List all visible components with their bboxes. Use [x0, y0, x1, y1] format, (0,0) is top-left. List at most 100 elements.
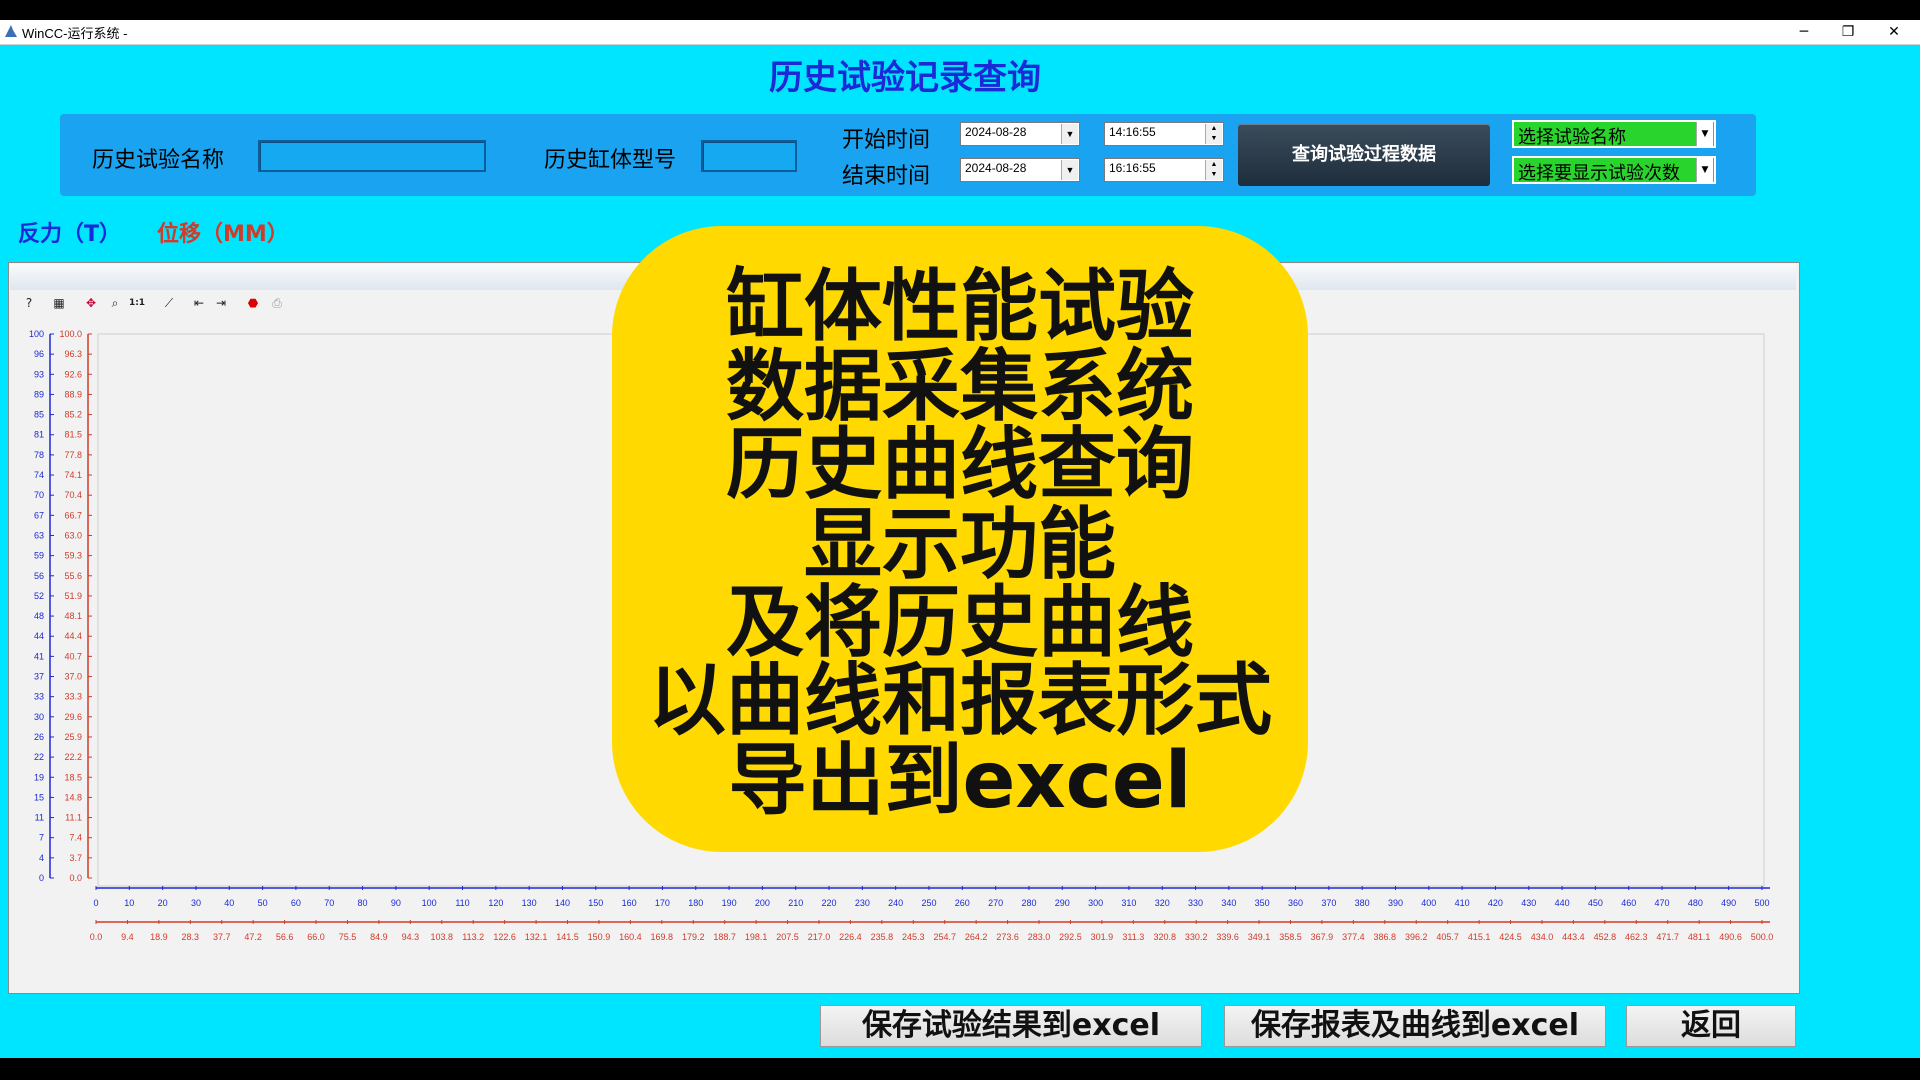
- x-bottom-tick-label: 198.1: [745, 932, 768, 942]
- x-bottom-tick-label: 273.6: [996, 932, 1019, 942]
- x-top-tick-label: 230: [855, 898, 870, 908]
- x-top-tick-label: 440: [1555, 898, 1570, 908]
- force-tick-label: 67: [34, 510, 44, 520]
- x-top-tick-label: 400: [1421, 898, 1436, 908]
- x-bottom-tick-label: 217.0: [808, 932, 831, 942]
- x-bottom-tick-label: 141.5: [556, 932, 579, 942]
- spin-arrows-icon[interactable]: ▲ ▼: [1205, 160, 1222, 180]
- query-process-data-button[interactable]: 查询试验过程数据: [1238, 124, 1490, 186]
- zoom-icon[interactable]: ⌕: [106, 294, 124, 312]
- save-result-excel-button[interactable]: 保存试验结果到excel: [820, 1005, 1202, 1047]
- start-date-picker[interactable]: 2024-08-28 ▼: [960, 122, 1080, 146]
- x-bottom-tick-label: 75.5: [339, 932, 357, 942]
- x-bottom-tick-label: 235.8: [871, 932, 894, 942]
- displacement-tick-label: 11.1: [65, 813, 82, 823]
- x-top-tick-label: 420: [1488, 898, 1503, 908]
- select-test-name-combo[interactable]: 选择试验名称 ▼: [1512, 120, 1716, 148]
- chevron-down-icon[interactable]: ▼: [1696, 158, 1713, 182]
- force-tick-label: 0: [39, 873, 44, 883]
- print-icon[interactable]: ⎙: [268, 294, 286, 312]
- displacement-tick-label: 59.3: [64, 551, 82, 561]
- x-axis-bottom: 0.0 9.4 18.9 28.3 37.7 47.2 56.6 66.0 75.5 84.9 94…: [90, 920, 1773, 942]
- force-tick-label: 100: [29, 329, 44, 339]
- x-bottom-tick-label: 188.7: [713, 932, 736, 942]
- test-name-label: 历史试验名称: [92, 148, 225, 173]
- close-button[interactable]: ✕: [1872, 20, 1916, 44]
- force-tick-label: 56: [34, 571, 44, 581]
- start-time-value: 14:16:55: [1109, 125, 1156, 139]
- select-test-name-text: 选择试验名称: [1518, 127, 1626, 148]
- end-date-picker[interactable]: 2024-08-28 ▼: [960, 158, 1080, 182]
- back-button[interactable]: 返回: [1626, 1005, 1796, 1047]
- start-time-label: 开始时间: [842, 128, 931, 153]
- save-report-excel-button[interactable]: 保存报表及曲线到excel: [1224, 1005, 1606, 1047]
- test-name-field[interactable]: [258, 140, 486, 172]
- x-top-tick-label: 270: [988, 898, 1003, 908]
- force-tick-label: 37: [34, 672, 44, 682]
- ratio-icon[interactable]: 1:1: [128, 294, 146, 312]
- displacement-tick-label: 48.1: [64, 611, 82, 621]
- x-bottom-tick-label: 339.6: [1216, 932, 1239, 942]
- force-tick-label: 26: [34, 732, 44, 742]
- force-tick-label: 19: [34, 772, 44, 782]
- x-top-tick-label: 280: [1021, 898, 1036, 908]
- wincc-app-icon: [5, 25, 17, 37]
- x-top-tick-label: 170: [655, 898, 670, 908]
- displacement-tick-label: 51.9: [64, 591, 82, 601]
- displacement-tick-label: 74.1: [64, 470, 82, 480]
- overlay-line-4: 显示功能: [803, 500, 1116, 590]
- x-top-tick-label: 430: [1521, 898, 1536, 908]
- x-top-tick-label: 110: [455, 898, 469, 908]
- x-top-tick-label: 300: [1088, 898, 1103, 908]
- x-top-tick-label: 410: [1455, 898, 1470, 908]
- x-top-tick-label: 330: [1188, 898, 1203, 908]
- curve-icon[interactable]: ⟋: [160, 294, 178, 312]
- overlay-line-6: 以曲线和报表形式: [647, 656, 1272, 746]
- chevron-down-icon[interactable]: ▼: [1696, 122, 1713, 146]
- minimize-button[interactable]: ─: [1782, 20, 1826, 44]
- x-top-tick-label: 340: [1221, 898, 1236, 908]
- x-top-tick-label: 50: [258, 898, 268, 908]
- displacement-tick-label: 63.0: [64, 530, 82, 540]
- force-tick-label: 11: [35, 813, 44, 823]
- force-axis: 1009693898581787470676359565248444137333…: [29, 329, 54, 883]
- last-icon[interactable]: ⇥: [212, 294, 230, 312]
- x-bottom-tick-label: 415.1: [1468, 932, 1491, 942]
- displacement-axis: 100.0 96.3 92.6 88.9 85.2 81.5 77.8 74.1 70.4 66.…: [59, 329, 92, 883]
- displacement-tick-label: 55.6: [64, 571, 82, 581]
- x-bottom-tick-label: 452.8: [1594, 932, 1617, 942]
- force-tick-label: 44: [34, 631, 44, 641]
- stop-icon[interactable]: ⬣: [244, 294, 262, 312]
- move-icon[interactable]: ✥: [82, 294, 100, 312]
- x-top-tick-label: 0: [93, 898, 98, 908]
- cylinder-model-field[interactable]: [701, 140, 797, 172]
- x-top-tick-label: 360: [1288, 898, 1303, 908]
- start-time-spinner[interactable]: 14:16:55 ▲ ▼: [1104, 122, 1224, 146]
- force-tick-label: 63: [34, 530, 44, 540]
- x-top-tick-label: 310: [1121, 898, 1136, 908]
- x-top-tick-label: 140: [555, 898, 570, 908]
- chevron-down-icon[interactable]: ▼: [1061, 160, 1078, 180]
- x-bottom-tick-label: 490.6: [1719, 932, 1742, 942]
- x-top-tick-label: 70: [324, 898, 334, 908]
- restore-button[interactable]: ❐: [1826, 20, 1870, 44]
- table-icon[interactable]: ▦: [50, 294, 68, 312]
- promo-overlay: 缸体性能试验 数据采集系统 历史曲线查询 显示功能 及将历史曲线 以曲线和报表形…: [612, 226, 1308, 852]
- displacement-tick-label: 77.8: [64, 450, 82, 460]
- spin-arrows-icon[interactable]: ▲ ▼: [1205, 124, 1222, 144]
- select-test-count-combo[interactable]: 选择要显示试验次数 ▼: [1512, 156, 1716, 184]
- first-icon[interactable]: ⇤: [190, 294, 208, 312]
- chevron-down-icon[interactable]: ▼: [1061, 124, 1078, 144]
- x-top-tick-label: 180: [688, 898, 703, 908]
- x-top-tick-label: 200: [755, 898, 770, 908]
- end-time-spinner[interactable]: 16:16:55 ▲ ▼: [1104, 158, 1224, 182]
- help-icon[interactable]: ?: [20, 294, 38, 312]
- x-bottom-tick-label: 386.8: [1374, 932, 1397, 942]
- displacement-tick-label: 14.8: [64, 792, 82, 802]
- x-top-tick-label: 240: [888, 898, 903, 908]
- displacement-tick-label: 33.3: [64, 692, 82, 702]
- displacement-tick-label: 92.6: [64, 369, 82, 379]
- end-date-value: 2024-08-28: [965, 161, 1027, 175]
- force-tick-label: 4: [39, 853, 44, 863]
- x-top-tick-label: 80: [358, 898, 368, 908]
